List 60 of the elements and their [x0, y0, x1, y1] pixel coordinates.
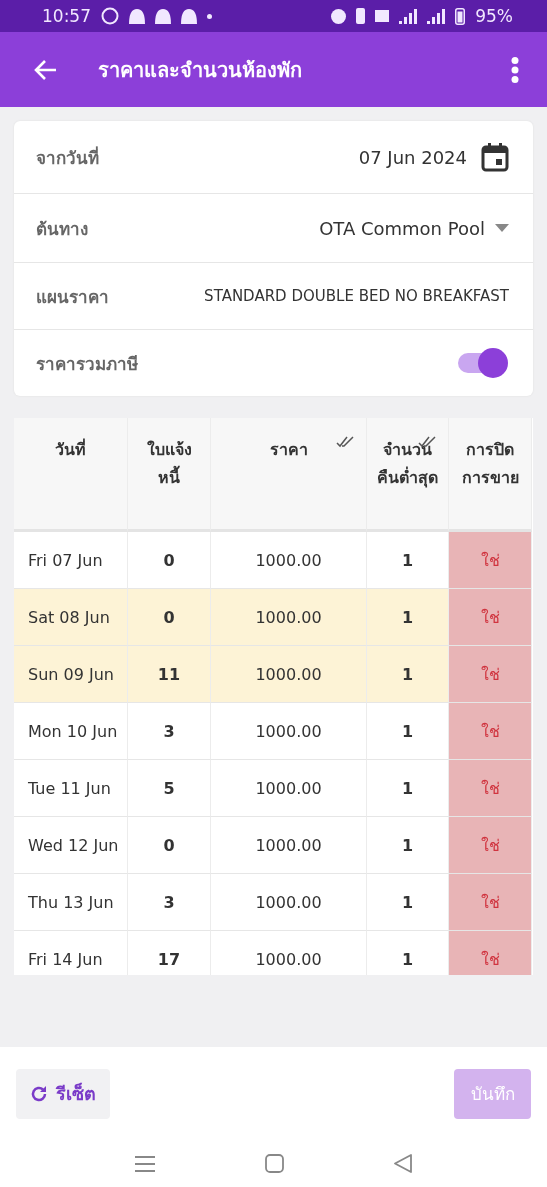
ghost-icon: [181, 8, 197, 24]
column-header: จำนวนคืนต่ำสุด: [367, 418, 449, 532]
column-header: วันที่: [14, 418, 128, 532]
table-cell: 5: [128, 760, 211, 817]
price-cell[interactable]: 1000.00: [211, 760, 367, 817]
battery-percentage: 95%: [475, 6, 513, 26]
date-cell: Sun 09 Jun: [14, 646, 128, 703]
field-label: ราคารวมภาษี: [36, 352, 139, 376]
table-cell: 0: [128, 589, 211, 646]
min-nights-cell[interactable]: 1: [367, 589, 449, 646]
date-value[interactable]: 07 Jun 2024: [358, 146, 467, 168]
date-cell: Tue 11 Jun: [14, 760, 128, 817]
reset-button[interactable]: รีเซ็ต: [16, 1068, 110, 1119]
column-header: การปิดการขาย: [449, 418, 532, 532]
table-cell: 0: [128, 817, 211, 874]
date-cell: Fri 07 Jun: [14, 532, 128, 589]
status-time: 10:57: [42, 6, 91, 26]
min-nights-cell[interactable]: 1: [367, 760, 449, 817]
double-check-icon[interactable]: [336, 436, 354, 448]
more-options-icon[interactable]: [511, 56, 519, 83]
min-nights-cell[interactable]: 1: [367, 874, 449, 931]
min-nights-cell[interactable]: 1: [367, 532, 449, 589]
table-cell: 3: [128, 874, 211, 931]
table-cell: 0: [128, 532, 211, 589]
signal-icon: [399, 8, 418, 24]
price-cell[interactable]: 1000.00: [211, 817, 367, 874]
price-cell[interactable]: 1000.00: [211, 703, 367, 760]
price-cell[interactable]: 1000.00: [211, 646, 367, 703]
table-cell: 11: [128, 646, 211, 703]
rate-plan-value[interactable]: STANDARD DOUBLE BED NO BREAKFAST: [204, 287, 509, 305]
min-nights-cell[interactable]: 1: [367, 817, 449, 874]
min-nights-cell[interactable]: 1: [367, 646, 449, 703]
home-square-icon[interactable]: [265, 1154, 284, 1173]
menu-icon[interactable]: [135, 1154, 155, 1173]
field-label: แผนราคา: [36, 285, 110, 309]
price-cell[interactable]: 1000.00: [211, 874, 367, 931]
dot-icon: [207, 13, 212, 19]
ghost-icon: [155, 8, 171, 24]
date-cell: Mon 10 Jun: [14, 703, 128, 760]
table-cell: 3: [128, 703, 211, 760]
date-cell: Wed 12 Jun: [14, 817, 128, 874]
date-cell: Thu 13 Jun: [14, 874, 128, 931]
column-header: ใบแจ้งหนี้: [128, 418, 211, 532]
back-triangle-icon[interactable]: [394, 1154, 412, 1173]
price-cell[interactable]: 1000.00: [211, 589, 367, 646]
page-title: ราคาและจำนวนห้องพัก: [98, 56, 303, 84]
date-cell: Sat 08 Jun: [14, 589, 128, 646]
calendar-icon[interactable]: [481, 142, 509, 172]
min-nights-cell[interactable]: 1: [367, 703, 449, 760]
dropdown-caret-icon[interactable]: [495, 224, 509, 232]
field-label: ต้นทาง: [36, 217, 89, 241]
back-arrow-icon[interactable]: [34, 58, 58, 81]
field-label: จากวันที่: [36, 145, 100, 170]
signal-icon: [427, 8, 446, 24]
price-cell[interactable]: 1000.00: [211, 532, 367, 589]
column-header: ราคา: [211, 418, 367, 532]
source-dropdown[interactable]: OTA Common Pool: [319, 217, 485, 239]
refresh-icon: [30, 1084, 48, 1103]
ghost-icon: [129, 8, 145, 24]
battery-icon: [455, 7, 466, 25]
